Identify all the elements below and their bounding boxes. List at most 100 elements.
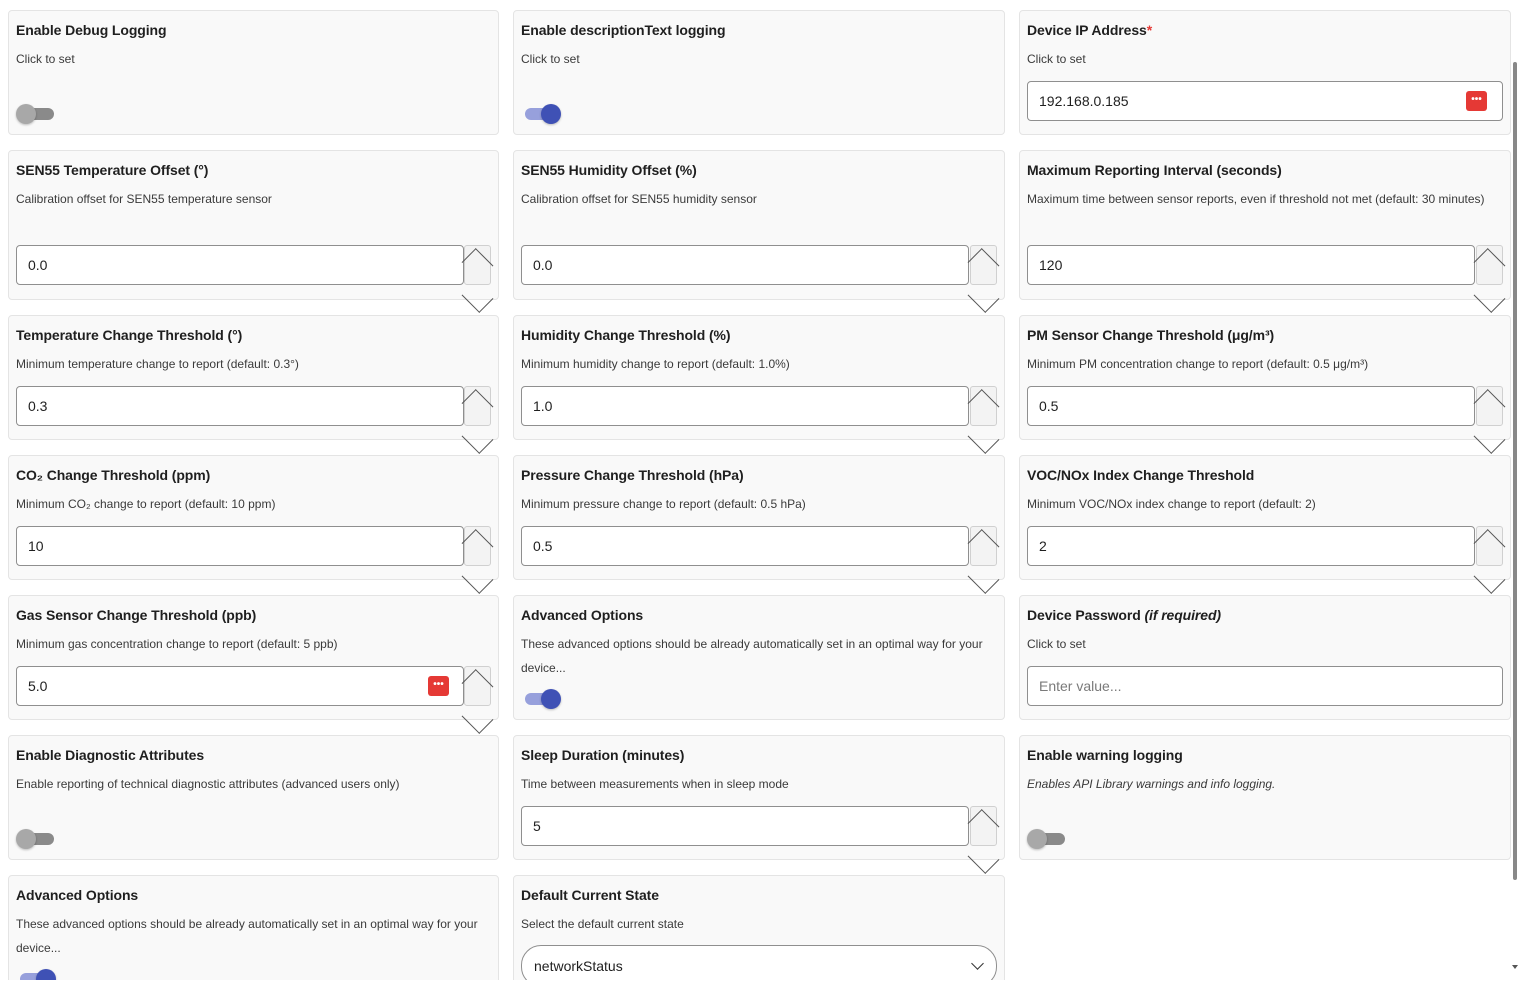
- humidity-offset-stepper[interactable]: [967, 245, 1000, 313]
- increment-button[interactable]: [461, 527, 494, 561]
- input-value: 5.0: [28, 678, 48, 694]
- pressure-threshold-input[interactable]: 0.5: [521, 526, 969, 566]
- increment-button[interactable]: [1473, 387, 1506, 421]
- toggle-knob: [541, 689, 561, 709]
- increment-button[interactable]: [1473, 246, 1506, 280]
- diagnostic-attributes-toggle[interactable]: [16, 828, 56, 850]
- decrement-button[interactable]: [967, 406, 1000, 454]
- temperature-threshold-stepper[interactable]: [461, 386, 494, 454]
- chevron-down-icon: [461, 702, 494, 734]
- chevron-down-icon: [1473, 562, 1506, 594]
- input-value: 5: [533, 818, 541, 834]
- co2-threshold-stepper[interactable]: [461, 526, 494, 594]
- temperature-threshold-input[interactable]: 0.3: [16, 386, 464, 426]
- scrollbar-thumb[interactable]: [1513, 62, 1517, 880]
- description-text-logging-toggle[interactable]: [521, 103, 561, 125]
- preferences-viewport: Enable Debug Logging Click to set Enable…: [0, 0, 1512, 980]
- setting-card-humidity-offset: SEN55 Humidity Offset (%) Calibration of…: [513, 150, 1005, 313]
- chevron-down-icon: [461, 281, 494, 313]
- decrement-button[interactable]: [461, 406, 494, 454]
- voc-threshold-input[interactable]: 2: [1027, 526, 1475, 566]
- setting-title: CO₂ Change Threshold (ppm): [16, 467, 211, 483]
- increment-button[interactable]: [967, 527, 1000, 561]
- setting-title: Enable warning logging: [1027, 747, 1183, 763]
- decrement-button[interactable]: [461, 686, 494, 734]
- setting-description: Enables API Library warnings and info lo…: [1027, 777, 1276, 791]
- advanced-options-toggle[interactable]: [16, 968, 56, 980]
- device-password-input[interactable]: Enter value...: [1027, 666, 1503, 706]
- setting-title: Default Current State: [521, 887, 659, 903]
- setting-title: Gas Sensor Change Threshold (ppb): [16, 607, 257, 623]
- increment-button[interactable]: [967, 246, 1000, 280]
- setting-title: Enable descriptionText logging: [521, 22, 726, 38]
- input-value: 0.5: [1039, 398, 1059, 414]
- setting-card-advanced-options: Advanced Options These advanced options …: [513, 595, 1005, 720]
- input-value: 1.0: [533, 398, 553, 414]
- pm-threshold-input[interactable]: 0.5: [1027, 386, 1475, 426]
- setting-description: Minimum PM concentration change to repor…: [1027, 357, 1369, 371]
- setting-description: Minimum gas concentration change to repo…: [16, 637, 338, 651]
- temperature-offset-input[interactable]: 0.0: [16, 245, 464, 285]
- chevron-down-icon: [461, 562, 494, 594]
- input-value: 10: [28, 538, 44, 554]
- humidity-threshold-input[interactable]: 1.0: [521, 386, 969, 426]
- setting-title: Device Password (if required): [1027, 605, 1503, 625]
- sleep-duration-stepper[interactable]: [967, 806, 1000, 874]
- toggle-knob: [16, 829, 36, 849]
- decrement-button[interactable]: [967, 265, 1000, 313]
- debug-logging-toggle[interactable]: [16, 103, 56, 125]
- co2-threshold-input[interactable]: 10: [16, 526, 464, 566]
- setting-description: Enable reporting of technical diagnostic…: [16, 777, 400, 791]
- setting-title: Maximum Reporting Interval (seconds): [1027, 162, 1282, 178]
- decrement-button[interactable]: [1473, 546, 1506, 594]
- page-scrollbar[interactable]: [1512, 0, 1518, 992]
- decrement-button[interactable]: [461, 546, 494, 594]
- decrement-button[interactable]: [461, 265, 494, 313]
- humidity-offset-input[interactable]: 0.0: [521, 245, 969, 285]
- setting-description: Minimum temperature change to report (de…: [16, 357, 299, 371]
- device-ip-input[interactable]: 192.168.0.185 •••: [1027, 81, 1503, 121]
- increment-button[interactable]: [967, 387, 1000, 421]
- pressure-threshold-stepper[interactable]: [967, 526, 1000, 594]
- setting-card-description-text-logging: Enable descriptionText logging Click to …: [513, 10, 1005, 135]
- increment-button[interactable]: [461, 246, 494, 280]
- setting-card-diagnostic-attributes: Enable Diagnostic Attributes Enable repo…: [8, 735, 499, 860]
- voc-threshold-stepper[interactable]: [1473, 526, 1506, 594]
- temperature-offset-stepper[interactable]: [461, 245, 494, 313]
- setting-card-pm-threshold: PM Sensor Change Threshold (μg/m³) Minim…: [1019, 315, 1511, 454]
- title-text: Device IP Address: [1027, 22, 1147, 38]
- gas-threshold-input[interactable]: 5.0 •••: [16, 666, 464, 706]
- decrement-button[interactable]: [967, 546, 1000, 594]
- setting-title: SEN55 Temperature Offset (°): [16, 162, 209, 178]
- setting-card-debug-logging: Enable Debug Logging Click to set: [8, 10, 499, 135]
- increment-button[interactable]: [461, 387, 494, 421]
- toggle-knob: [16, 104, 36, 124]
- max-reporting-interval-input[interactable]: 120: [1027, 245, 1475, 285]
- password-manager-icon[interactable]: •••: [428, 676, 449, 696]
- advanced-options-toggle[interactable]: [521, 688, 561, 710]
- chevron-down-icon: [1473, 422, 1506, 454]
- sleep-duration-input[interactable]: 5: [521, 806, 969, 846]
- decrement-button[interactable]: [1473, 406, 1506, 454]
- setting-description: Calibration offset for SEN55 temperature…: [16, 192, 272, 206]
- scroll-down-arrow-icon[interactable]: [1512, 965, 1518, 969]
- setting-card-sleep-duration: Sleep Duration (minutes) Time between me…: [513, 735, 1005, 874]
- humidity-threshold-stepper[interactable]: [967, 386, 1000, 454]
- increment-button[interactable]: [1473, 527, 1506, 561]
- decrement-button[interactable]: [967, 826, 1000, 874]
- max-reporting-interval-stepper[interactable]: [1473, 245, 1506, 313]
- setting-description: Minimum CO₂ change to report (default: 1…: [16, 497, 276, 511]
- setting-card-co2-threshold: CO₂ Change Threshold (ppm) Minimum CO₂ c…: [8, 455, 499, 594]
- title-text: Device Password: [1027, 607, 1141, 623]
- setting-description: Time between measurements when in sleep …: [521, 777, 789, 791]
- increment-button[interactable]: [967, 807, 1000, 841]
- setting-card-default-current-state: Default Current State Select the default…: [513, 875, 1005, 980]
- setting-card-max-reporting-interval: Maximum Reporting Interval (seconds) Max…: [1019, 150, 1511, 313]
- warning-logging-toggle[interactable]: [1027, 828, 1067, 850]
- password-manager-icon[interactable]: •••: [1466, 91, 1487, 111]
- increment-button[interactable]: [461, 667, 494, 701]
- default-current-state-select[interactable]: networkStatus: [521, 945, 997, 980]
- pm-threshold-stepper[interactable]: [1473, 386, 1506, 454]
- gas-threshold-stepper[interactable]: [461, 666, 494, 734]
- decrement-button[interactable]: [1473, 265, 1506, 313]
